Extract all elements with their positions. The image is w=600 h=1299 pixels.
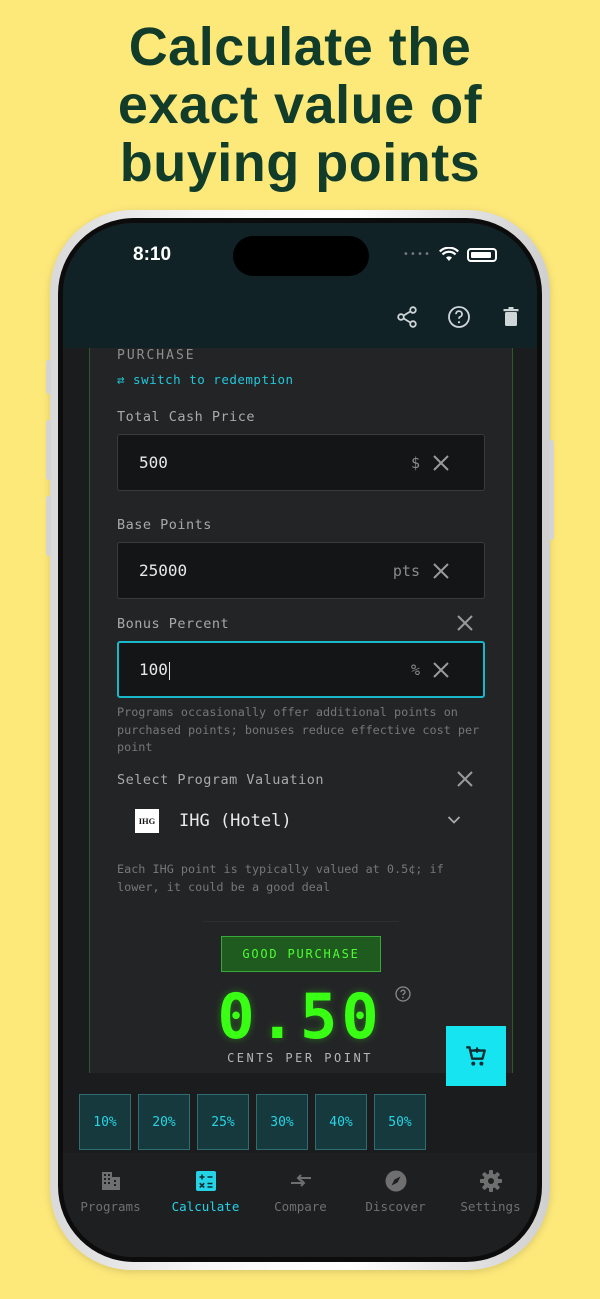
power-button xyxy=(549,440,554,540)
clear-base-points-icon[interactable] xyxy=(432,562,450,580)
tab-bar: Programs Calculate Compare Discover Sett… xyxy=(63,1153,537,1257)
status-time: 8:10 xyxy=(133,244,172,265)
top-bar: 8:10 •••• xyxy=(63,223,537,348)
percent-chip-30[interactable]: 30% xyxy=(256,1094,308,1150)
result-divider xyxy=(203,921,399,922)
cart-icon xyxy=(466,1046,486,1066)
dynamic-island xyxy=(233,236,369,276)
bonus-percent-field[interactable]: 100 % xyxy=(117,641,485,698)
tab-label: Compare xyxy=(274,1199,327,1214)
program-select[interactable]: IHG IHG (Hotel) xyxy=(117,794,485,850)
ihg-logo: IHG xyxy=(135,809,159,833)
text-caret xyxy=(168,661,171,680)
signal-dots-icon: •••• xyxy=(402,249,431,260)
headline-line-3: buying points xyxy=(119,133,481,193)
total-cash-value: 500 xyxy=(139,453,168,472)
base-points-label: Base Points xyxy=(117,517,212,533)
tab-label: Discover xyxy=(365,1199,426,1214)
volume-down-button xyxy=(46,496,51,556)
clear-program-icon[interactable] xyxy=(456,770,474,788)
program-valuation-label: Select Program Valuation xyxy=(117,772,325,788)
base-points-value: 25000 xyxy=(139,561,188,580)
gear-icon xyxy=(479,1170,502,1192)
percent-chip-25[interactable]: 25% xyxy=(197,1094,249,1150)
headline-line-1: Calculate the xyxy=(128,17,472,77)
clear-bonus-section-icon[interactable] xyxy=(456,614,474,632)
program-helper-text: Each IHG point is typically valued at 0.… xyxy=(117,862,444,894)
wifi-icon xyxy=(439,247,459,261)
percent-chip-20[interactable]: 20% xyxy=(138,1094,190,1150)
help-circle-icon[interactable] xyxy=(447,305,471,329)
toolbar xyxy=(395,305,523,329)
buy-points-button[interactable] xyxy=(446,1026,506,1086)
headline-line-2: exact value of xyxy=(117,75,483,135)
bonus-percent-value: 100 xyxy=(139,660,171,680)
app-screen: 8:10 •••• PURCHASE ⇄ switch to redemptio… xyxy=(63,223,537,1257)
good-purchase-badge: GOOD PURCHASE xyxy=(221,936,381,972)
total-cash-field[interactable]: 500 $ xyxy=(117,434,485,491)
building-icon xyxy=(101,1172,120,1190)
tab-settings[interactable]: Settings xyxy=(443,1169,537,1214)
status-icons: •••• xyxy=(403,247,497,262)
base-points-field[interactable]: 25000 pts xyxy=(117,542,485,599)
tab-label: Programs xyxy=(80,1199,141,1214)
total-cash-label: Total Cash Price xyxy=(117,409,256,425)
total-cash-unit: $ xyxy=(410,454,420,472)
tab-compare[interactable]: Compare xyxy=(253,1169,348,1214)
marketing-headline: Calculate the exact value of buying poin… xyxy=(0,18,600,192)
section-title: PURCHASE xyxy=(117,348,196,363)
tab-programs[interactable]: Programs xyxy=(63,1169,158,1214)
tab-calculate[interactable]: Calculate xyxy=(158,1169,253,1214)
calculator-content: PURCHASE ⇄ switch to redemption Total Ca… xyxy=(63,348,537,1073)
tab-discover[interactable]: Discover xyxy=(348,1169,443,1214)
tab-label: Calculate xyxy=(171,1199,240,1214)
quick-percent-row: 10% 20% 25% 30% 40% 50% xyxy=(79,1094,426,1150)
trash-icon[interactable] xyxy=(499,305,523,329)
percent-chip-10[interactable]: 10% xyxy=(79,1094,131,1150)
bonus-percent-label: Bonus Percent xyxy=(117,616,230,632)
clear-bonus-percent-icon[interactable] xyxy=(432,661,450,679)
share-icon[interactable] xyxy=(395,305,419,329)
base-points-unit: pts xyxy=(392,562,420,580)
calculator-icon xyxy=(195,1171,216,1191)
program-name: IHG (Hotel) xyxy=(179,811,292,831)
battery-icon xyxy=(467,247,497,262)
clear-total-cash-icon[interactable] xyxy=(432,454,450,472)
chevron-down-icon xyxy=(447,816,461,824)
compare-arrows-icon xyxy=(290,1174,311,1187)
bonus-helper-text: Programs occasionally offer additional p… xyxy=(117,705,480,754)
switch-to-redemption-link[interactable]: ⇄ switch to redemption xyxy=(117,372,294,387)
compass-icon xyxy=(385,1170,406,1192)
bonus-percent-unit: % xyxy=(410,661,420,679)
percent-chip-50[interactable]: 50% xyxy=(374,1094,426,1150)
percent-chip-40[interactable]: 40% xyxy=(315,1094,367,1150)
volume-up-button xyxy=(46,420,51,480)
tab-label: Settings xyxy=(460,1199,521,1214)
result-help-icon[interactable] xyxy=(395,986,411,1002)
action-button xyxy=(46,360,51,394)
